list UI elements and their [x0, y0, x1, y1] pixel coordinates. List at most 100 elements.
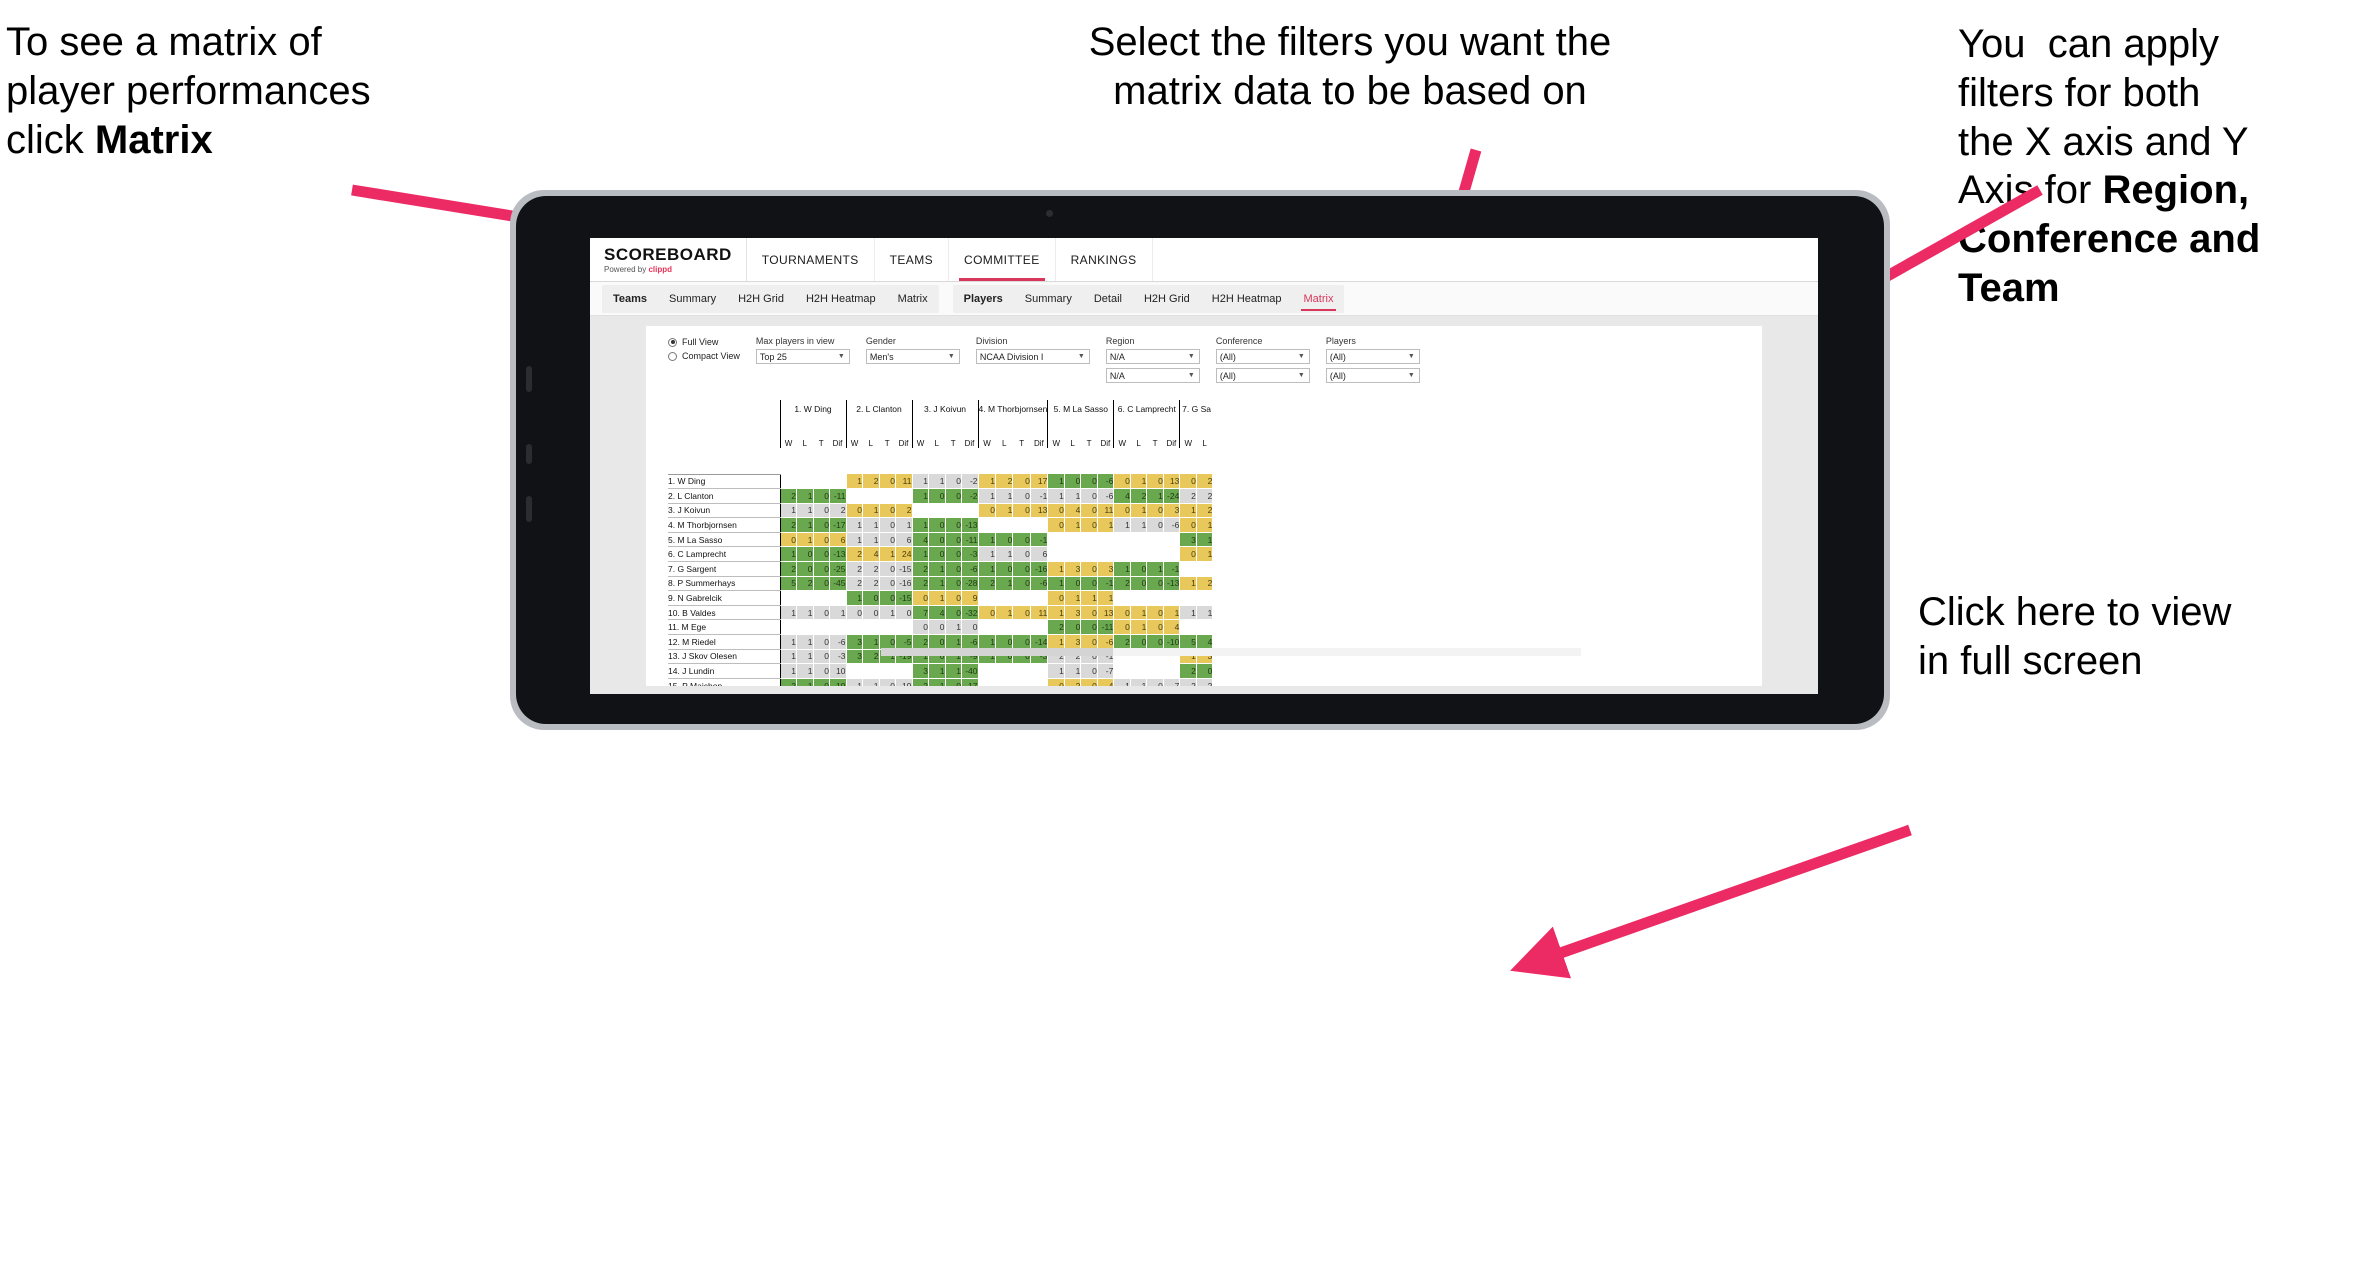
- matrix-cell[interactable]: 1: [845, 590, 863, 606]
- matrix-cell[interactable]: -1: [1030, 488, 1049, 504]
- matrix-cell[interactable]: 4: [1064, 503, 1082, 519]
- matrix-cell[interactable]: 0: [1080, 576, 1098, 592]
- matrix-cell[interactable]: 2: [911, 678, 929, 686]
- filter-select-conference-y[interactable]: (All) ▼: [1215, 368, 1310, 383]
- matrix-cell[interactable]: 1: [928, 576, 946, 592]
- matrix-cell[interactable]: -17: [829, 517, 847, 533]
- matrix-cell[interactable]: [1012, 590, 1031, 606]
- matrix-cell[interactable]: [1146, 663, 1164, 679]
- matrix-cell[interactable]: [845, 663, 863, 679]
- matrix-cell[interactable]: -28: [961, 576, 979, 592]
- matrix-cell[interactable]: 0: [813, 561, 830, 577]
- matrix-cell[interactable]: 4: [911, 532, 929, 548]
- matrix-cell[interactable]: 0: [945, 488, 962, 504]
- subnav-teams-item-summary[interactable]: Summary: [658, 285, 727, 313]
- matrix-cell[interactable]: 2: [1179, 678, 1197, 686]
- matrix-cell[interactable]: 1: [862, 532, 880, 548]
- matrix-cell[interactable]: 0: [977, 605, 996, 621]
- matrix-cell[interactable]: 0: [1146, 634, 1164, 650]
- matrix-cell[interactable]: 13: [1030, 503, 1049, 519]
- matrix-cell[interactable]: 1: [796, 488, 814, 504]
- matrix-cell[interactable]: -11: [1097, 619, 1115, 636]
- matrix-cell[interactable]: 1: [1047, 634, 1065, 650]
- matrix-cell[interactable]: 0: [845, 605, 863, 621]
- matrix-cell[interactable]: [995, 663, 1014, 679]
- matrix-cell[interactable]: 2: [1179, 663, 1197, 679]
- matrix-cell[interactable]: [995, 590, 1014, 606]
- matrix-cell[interactable]: 0: [1080, 561, 1098, 577]
- matrix-cell[interactable]: 0: [1146, 678, 1164, 686]
- matrix-cell[interactable]: [1030, 619, 1049, 636]
- matrix-cell[interactable]: 0: [977, 503, 996, 519]
- matrix-cell[interactable]: 1: [1113, 561, 1131, 577]
- matrix-cell[interactable]: 0: [945, 605, 962, 621]
- matrix-cell[interactable]: 2: [1196, 576, 1214, 592]
- matrix-cell[interactable]: 1: [911, 474, 929, 490]
- matrix-cell[interactable]: [879, 663, 896, 679]
- matrix-cell[interactable]: 0: [1146, 503, 1164, 519]
- matrix-cell[interactable]: 2: [845, 576, 863, 592]
- filter-select-gender[interactable]: Men's ▼: [865, 349, 960, 364]
- topnav-item-rankings[interactable]: RANKINGS: [1056, 238, 1153, 281]
- filter-select-max-players-in-view[interactable]: Top 25 ▼: [755, 349, 850, 364]
- matrix-cell[interactable]: [1130, 546, 1148, 563]
- matrix-cell[interactable]: -6: [1097, 474, 1115, 490]
- matrix-cell[interactable]: 0: [796, 561, 814, 577]
- matrix-cell[interactable]: 1: [977, 532, 996, 548]
- matrix-cell[interactable]: 1: [977, 546, 996, 563]
- matrix-cell[interactable]: 0: [1113, 605, 1131, 621]
- matrix-cell[interactable]: 1: [796, 634, 814, 650]
- matrix-cell[interactable]: [1030, 517, 1049, 533]
- matrix-cell[interactable]: 2: [895, 503, 913, 519]
- matrix-cell[interactable]: 1: [945, 619, 962, 636]
- matrix-cell[interactable]: 1: [796, 678, 814, 686]
- matrix-cell[interactable]: -6: [961, 634, 979, 650]
- matrix-cell[interactable]: 0: [1130, 634, 1148, 650]
- matrix-cell[interactable]: 3: [911, 663, 929, 679]
- matrix-cell[interactable]: 1: [779, 663, 797, 679]
- matrix-cell[interactable]: [977, 663, 996, 679]
- matrix-cell[interactable]: [796, 619, 814, 636]
- matrix-cell[interactable]: [1130, 532, 1148, 548]
- matrix-cell[interactable]: 0: [1080, 488, 1098, 504]
- matrix-cell[interactable]: 0: [1012, 546, 1031, 563]
- subnav-teams-item-teams[interactable]: Teams: [602, 285, 658, 313]
- matrix-cell[interactable]: 0: [911, 619, 929, 636]
- matrix-cell[interactable]: 1: [1146, 561, 1164, 577]
- matrix-cell[interactable]: [862, 619, 880, 636]
- matrix-cell[interactable]: [1196, 619, 1214, 636]
- matrix-cell[interactable]: 1: [862, 503, 880, 519]
- matrix-cell[interactable]: [1113, 663, 1131, 679]
- matrix-cell[interactable]: 0: [1012, 488, 1031, 504]
- matrix-cell[interactable]: -5: [895, 634, 913, 650]
- matrix-cell[interactable]: 3: [1064, 561, 1082, 577]
- matrix-cell[interactable]: 1: [977, 488, 996, 504]
- matrix-cell[interactable]: 0: [1047, 678, 1065, 686]
- matrix-cell[interactable]: [1047, 546, 1065, 563]
- matrix-cell[interactable]: [961, 503, 979, 519]
- matrix-cell[interactable]: 11: [1097, 503, 1115, 519]
- matrix-cell[interactable]: [1163, 532, 1181, 548]
- matrix-cell[interactable]: -3: [961, 546, 979, 563]
- matrix-cell[interactable]: [1196, 590, 1214, 606]
- matrix-cell[interactable]: [829, 619, 847, 636]
- matrix-cell[interactable]: -3: [829, 649, 847, 665]
- matrix-cell[interactable]: [1113, 590, 1131, 606]
- matrix-cell[interactable]: 1: [796, 532, 814, 548]
- matrix-cell[interactable]: 1: [945, 634, 962, 650]
- matrix-cell[interactable]: 1: [1113, 517, 1131, 533]
- matrix-cell[interactable]: [1012, 517, 1031, 533]
- side-button-bottom[interactable]: [526, 496, 532, 522]
- matrix-cell[interactable]: 1: [845, 517, 863, 533]
- matrix-cell[interactable]: 1: [1047, 474, 1065, 490]
- matrix-cell[interactable]: 0: [928, 517, 946, 533]
- matrix-cell[interactable]: 0: [961, 619, 979, 636]
- matrix-cell[interactable]: 0: [1146, 517, 1164, 533]
- matrix-cell[interactable]: [813, 619, 830, 636]
- matrix-cell[interactable]: 0: [879, 532, 896, 548]
- matrix-cell[interactable]: 2: [1196, 678, 1214, 686]
- matrix-cell[interactable]: 2: [779, 517, 797, 533]
- matrix-cell[interactable]: 1: [1130, 517, 1148, 533]
- matrix-cell[interactable]: 2: [845, 546, 863, 563]
- matrix-cell[interactable]: [1179, 619, 1197, 636]
